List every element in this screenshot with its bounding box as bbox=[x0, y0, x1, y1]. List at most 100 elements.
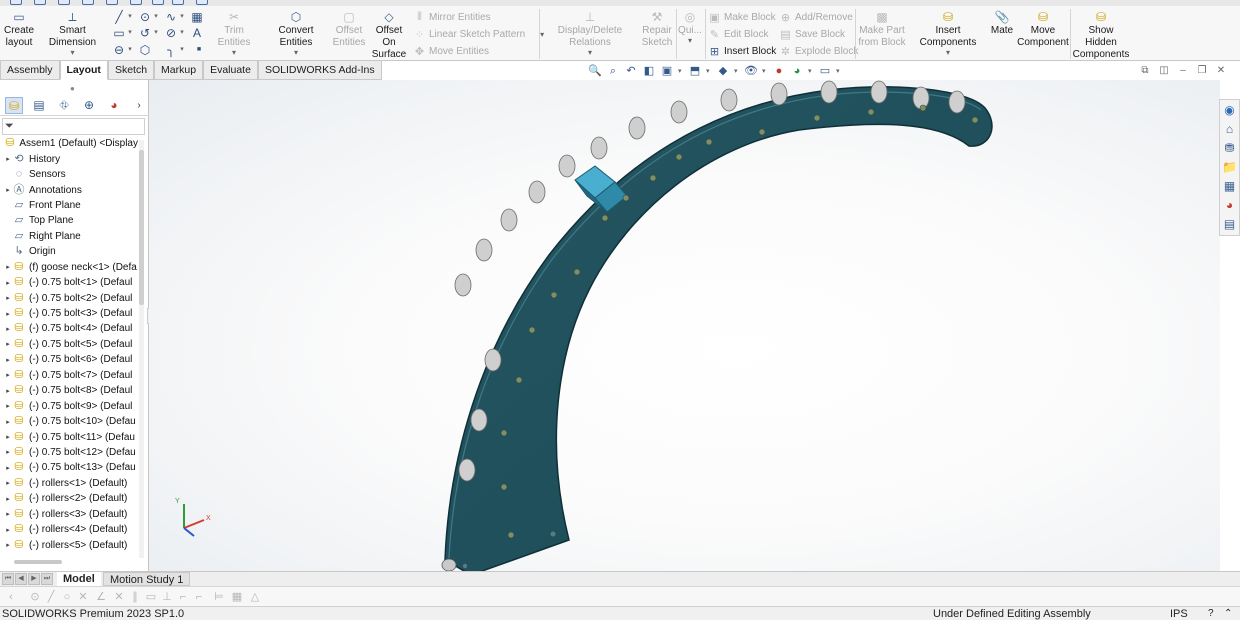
roller[interactable] bbox=[458, 458, 476, 482]
more-tabs-chevron-icon[interactable]: › bbox=[130, 97, 148, 114]
custom-properties-icon[interactable]: ▤ bbox=[1222, 216, 1237, 232]
offset-on-surface-button[interactable]: ◇ Offset On Surface bbox=[368, 6, 410, 61]
roller[interactable] bbox=[470, 408, 488, 432]
tree-scrollbar-thumb[interactable] bbox=[139, 150, 144, 305]
arc-icon[interactable]: ↺ bbox=[138, 26, 152, 40]
chevron-down-icon[interactable]: ▾ bbox=[678, 67, 684, 75]
roller[interactable] bbox=[670, 100, 688, 124]
home-icon[interactable]: ⌂ bbox=[1222, 121, 1237, 137]
units-selector[interactable]: IPS bbox=[1170, 607, 1188, 620]
next-tab-icon[interactable]: ▶ bbox=[28, 573, 40, 585]
view-palette-icon[interactable]: ▦ bbox=[1222, 178, 1237, 194]
expand-arrow-icon[interactable]: ▸ bbox=[4, 325, 12, 333]
expand-arrow-icon[interactable]: ▸ bbox=[4, 356, 12, 364]
chevron-down-icon[interactable]: ▾ bbox=[178, 26, 186, 40]
expand-arrow-icon[interactable]: ▸ bbox=[4, 541, 12, 549]
bolt[interactable] bbox=[867, 108, 875, 116]
first-tab-icon[interactable]: ⏮ bbox=[2, 573, 14, 585]
bolt[interactable] bbox=[601, 214, 609, 222]
chevron-down-icon[interactable]: ▾ bbox=[126, 26, 134, 40]
roller[interactable] bbox=[628, 116, 646, 140]
text-icon[interactable]: A bbox=[190, 26, 204, 40]
chevron-down-icon[interactable]: ▾ bbox=[126, 43, 134, 57]
expand-arrow-icon[interactable]: ▸ bbox=[4, 263, 12, 271]
dynamic-annotation-icon[interactable]: ▣ bbox=[660, 64, 674, 78]
rebuild-icon[interactable] bbox=[172, 0, 184, 5]
expand-arrow-icon[interactable]: ▸ bbox=[4, 402, 12, 410]
expand-arrow-icon[interactable]: ▸ bbox=[4, 433, 12, 441]
section-view-icon[interactable]: ◧ bbox=[642, 64, 656, 78]
create-layout-button[interactable]: ▭ Create layout bbox=[2, 6, 36, 61]
bolt[interactable] bbox=[705, 138, 713, 146]
tree-node[interactable]: ▱ Front Plane bbox=[0, 198, 138, 213]
perpendicular-icon[interactable]: ⊥ bbox=[160, 590, 174, 604]
offset-entities-button[interactable]: ▢ Offset Entities bbox=[332, 6, 366, 61]
roller[interactable] bbox=[558, 154, 576, 178]
chevron-down-icon[interactable]: ▾ bbox=[232, 49, 236, 57]
chevron-down-icon[interactable]: ▾ bbox=[706, 67, 712, 75]
appearances-icon[interactable]: ◕ bbox=[1222, 197, 1237, 213]
redo-icon[interactable] bbox=[130, 0, 142, 5]
roller[interactable] bbox=[484, 348, 502, 372]
display-delete-relations-button[interactable]: ⊥ Display/Delete Relations ▾ bbox=[542, 6, 638, 61]
expand-arrow-icon[interactable]: ▸ bbox=[4, 448, 12, 456]
tree-node[interactable]: ▸ ⛁ (-) 0.75 bolt<9> (Defaul bbox=[0, 398, 138, 413]
apply-scene-icon[interactable]: ◕ bbox=[790, 64, 804, 78]
expand-arrow-icon[interactable]: ▸ bbox=[4, 310, 12, 318]
repair-sketch-button[interactable]: ⚒ Repair Sketch bbox=[641, 6, 673, 61]
make-part-from-block-button[interactable]: ▩ Make Part from Block bbox=[858, 6, 906, 61]
roller[interactable] bbox=[948, 90, 966, 114]
chevron-down-icon[interactable]: ▾ bbox=[178, 43, 186, 57]
filter-icon[interactable]: ⏷ bbox=[5, 120, 14, 132]
editing-mode[interactable]: Editing Assembly bbox=[1007, 607, 1091, 620]
chevron-down-icon[interactable]: ▾ bbox=[836, 67, 842, 75]
save-icon[interactable] bbox=[58, 0, 70, 5]
bolt[interactable] bbox=[573, 268, 581, 276]
bolt[interactable] bbox=[515, 376, 523, 384]
help-icon[interactable]: ? bbox=[1208, 607, 1214, 620]
add-remove-button[interactable]: ⊕ Add/Remove bbox=[779, 9, 853, 25]
previous-view-icon[interactable]: ↶ bbox=[624, 64, 638, 78]
options-icon[interactable] bbox=[196, 0, 208, 5]
circle-icon[interactable]: ⊙ bbox=[138, 10, 152, 24]
quick-snaps-button[interactable]: ◎ Qui... ▾ bbox=[678, 6, 702, 61]
bolt[interactable] bbox=[813, 114, 821, 122]
chevron-down-icon[interactable]: ▾ bbox=[294, 49, 298, 57]
bolt[interactable] bbox=[675, 153, 683, 161]
graphics-area[interactable] bbox=[149, 80, 1220, 571]
tree-node[interactable]: ▸ ⛁ (-) 0.75 bolt<3> (Defaul bbox=[0, 306, 138, 321]
chevron-up-icon[interactable]: ⌃ bbox=[1224, 607, 1232, 620]
goose-neck-model[interactable] bbox=[149, 80, 1220, 571]
tab-sketch[interactable]: Sketch bbox=[107, 61, 155, 80]
zoom-to-fit-icon[interactable]: 🔍 bbox=[588, 64, 602, 78]
expand-arrow-icon[interactable]: ▸ bbox=[4, 186, 12, 194]
collapse-arrow-icon[interactable]: ● bbox=[70, 84, 75, 93]
prev-tab-icon[interactable]: ◀ bbox=[15, 573, 27, 585]
expand-arrow-icon[interactable]: ▸ bbox=[4, 155, 12, 163]
tree-node[interactable]: ▸ ⛁ (f) goose neck<1> (Defa bbox=[0, 260, 138, 275]
restore-icon[interactable]: ❐ bbox=[1197, 66, 1207, 76]
solidworks-resources-icon[interactable]: ◉ bbox=[1222, 102, 1237, 118]
bolt[interactable] bbox=[500, 429, 508, 437]
bolt[interactable] bbox=[528, 326, 536, 334]
line-icon[interactable]: ╱ bbox=[112, 10, 126, 24]
tree-node[interactable]: ▸ ⛁ (-) 0.75 bolt<10> (Defau bbox=[0, 414, 138, 429]
tree-node[interactable]: ▸ ⛁ (-) 0.75 bolt<11> (Defau bbox=[0, 429, 138, 444]
chevron-left-icon[interactable]: ‹ bbox=[4, 590, 18, 604]
tab-motion-study-1[interactable]: Motion Study 1 bbox=[103, 572, 191, 586]
chevron-down-icon[interactable]: ▾ bbox=[946, 49, 950, 57]
explode-block-button[interactable]: ✲ Explode Block bbox=[779, 43, 858, 59]
roller[interactable] bbox=[720, 88, 738, 112]
expand-arrow-icon[interactable]: ▸ bbox=[4, 495, 12, 503]
expand-arrow-icon[interactable]: ▸ bbox=[4, 418, 12, 426]
tree-node[interactable]: ▸ ⛁ (-) 0.75 bolt<4> (Defaul bbox=[0, 321, 138, 336]
chevron-down-icon[interactable]: ▾ bbox=[152, 10, 160, 24]
show-hidden-components-button[interactable]: ⛁ Show Hidden Components bbox=[1073, 6, 1130, 61]
point-icon[interactable]: ■ bbox=[192, 43, 206, 57]
minimize-icon[interactable]: – bbox=[1178, 66, 1188, 76]
rectangle-icon[interactable]: ▭ bbox=[112, 26, 126, 40]
tree-node[interactable]: ▸ ⛁ (-) 0.75 bolt<12> (Defau bbox=[0, 445, 138, 460]
expand-arrow-icon[interactable]: ▸ bbox=[4, 479, 12, 487]
tree-node[interactable]: ▸ ⛁ (-) rollers<2> (Default) bbox=[0, 491, 138, 506]
restore-panel-icon[interactable]: ⧉ bbox=[1140, 66, 1150, 76]
